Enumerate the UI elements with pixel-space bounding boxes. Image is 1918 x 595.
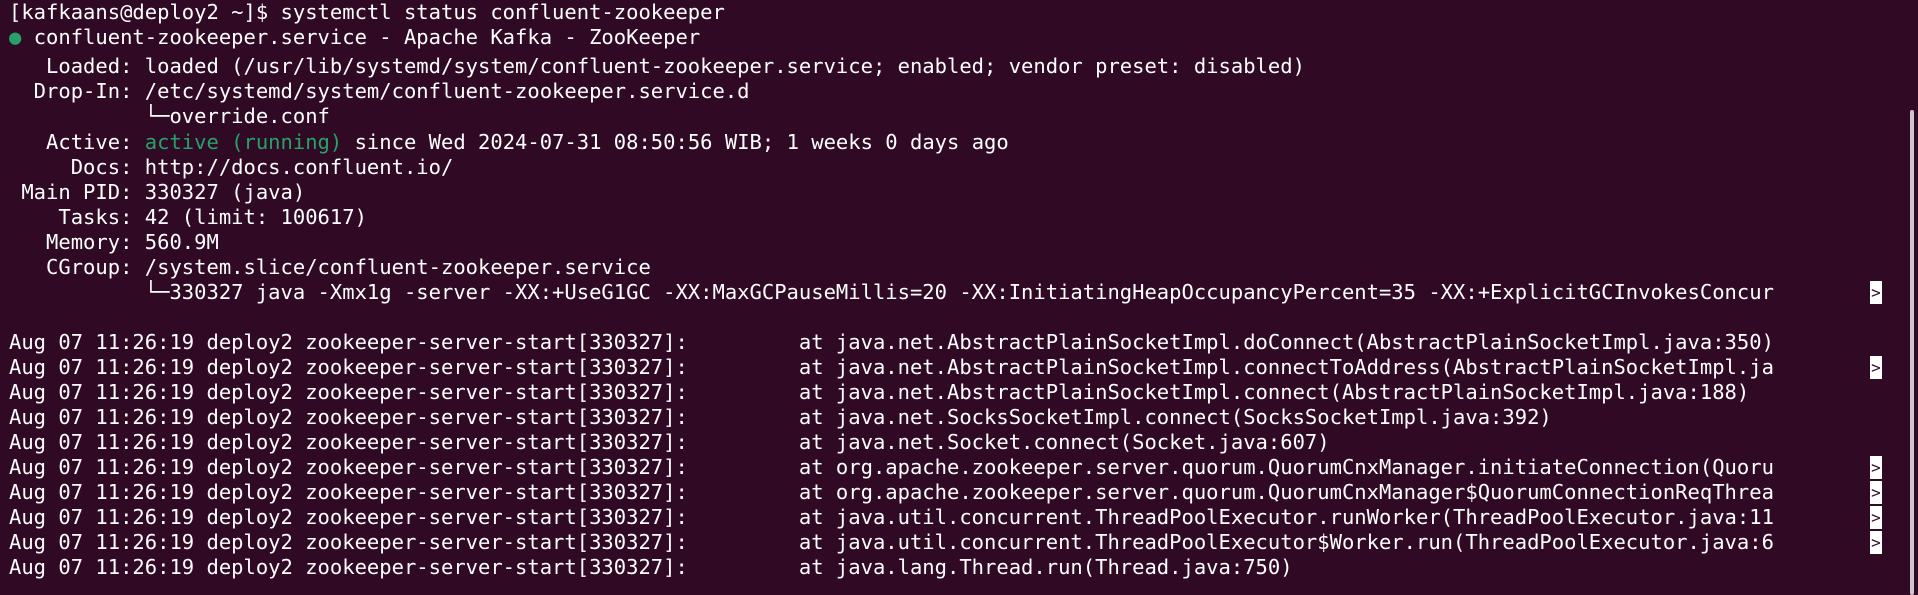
truncation-marker: > [1870, 531, 1882, 554]
active-line: Active: active (running) since Wed 2024-… [9, 130, 1882, 155]
dropin-file-line: └─override.conf [9, 104, 330, 128]
truncation-marker: > [1870, 356, 1882, 379]
service-header-line: ● confluent-zookeeper.service - Apache K… [9, 25, 1882, 50]
main-pid-line: Main PID: 330327 (java) [9, 180, 306, 204]
log-line: Aug 07 11:26:19 deploy2 zookeeper-server… [9, 430, 1330, 454]
truncation-marker: > [1870, 281, 1882, 304]
docs-line: Docs: http://docs.confluent.io/ [9, 155, 454, 179]
memory-line: Memory: 560.9M [9, 230, 219, 254]
truncation-marker: > [1870, 506, 1882, 529]
log-line: Aug 07 11:26:19 deploy2 zookeeper-server… [9, 530, 1774, 554]
log-line: Aug 07 11:26:19 deploy2 zookeeper-server… [9, 505, 1774, 529]
active-label: Active: [9, 130, 145, 154]
log-line: Aug 07 11:26:19 deploy2 zookeeper-server… [9, 355, 1774, 379]
vertical-scrollbar[interactable] [1910, 110, 1914, 595]
log-line: Aug 07 11:26:19 deploy2 zookeeper-server… [9, 455, 1774, 479]
service-header: confluent-zookeeper.service - Apache Kaf… [33, 25, 701, 49]
command-prompt-line: [kafkaans@deploy2 ~]$ systemctl status c… [9, 0, 725, 24]
dropin-line: Drop-In: /etc/systemd/system/confluent-z… [9, 79, 750, 103]
truncation-marker: > [1870, 481, 1882, 504]
cgroup-line: CGroup: /system.slice/confluent-zookeepe… [9, 255, 651, 279]
active-since: since Wed 2024-07-31 08:50:56 WIB; 1 wee… [342, 130, 1009, 154]
log-line: Aug 07 11:26:19 deploy2 zookeeper-server… [9, 330, 1774, 354]
log-line: Aug 07 11:26:19 deploy2 zookeeper-server… [9, 380, 1750, 404]
truncation-marker: > [1870, 456, 1882, 479]
loaded-line: Loaded: loaded (/usr/lib/systemd/system/… [9, 54, 1305, 78]
active-state: active (running) [144, 130, 343, 154]
log-line: Aug 07 11:26:19 deploy2 zookeeper-server… [9, 405, 1552, 429]
log-line: Aug 07 11:26:19 deploy2 zookeeper-server… [9, 480, 1774, 504]
log-line: Aug 07 11:26:19 deploy2 zookeeper-server… [9, 555, 1293, 579]
tasks-line: Tasks: 42 (limit: 100617) [9, 205, 367, 229]
terminal-window[interactable]: [kafkaans@deploy2 ~]$ systemctl status c… [0, 0, 1918, 595]
status-dot-icon: ● [9, 25, 22, 49]
cgroup-process-line: └─330327 java -Xmx1g -server -XX:+UseG1G… [9, 280, 1774, 304]
